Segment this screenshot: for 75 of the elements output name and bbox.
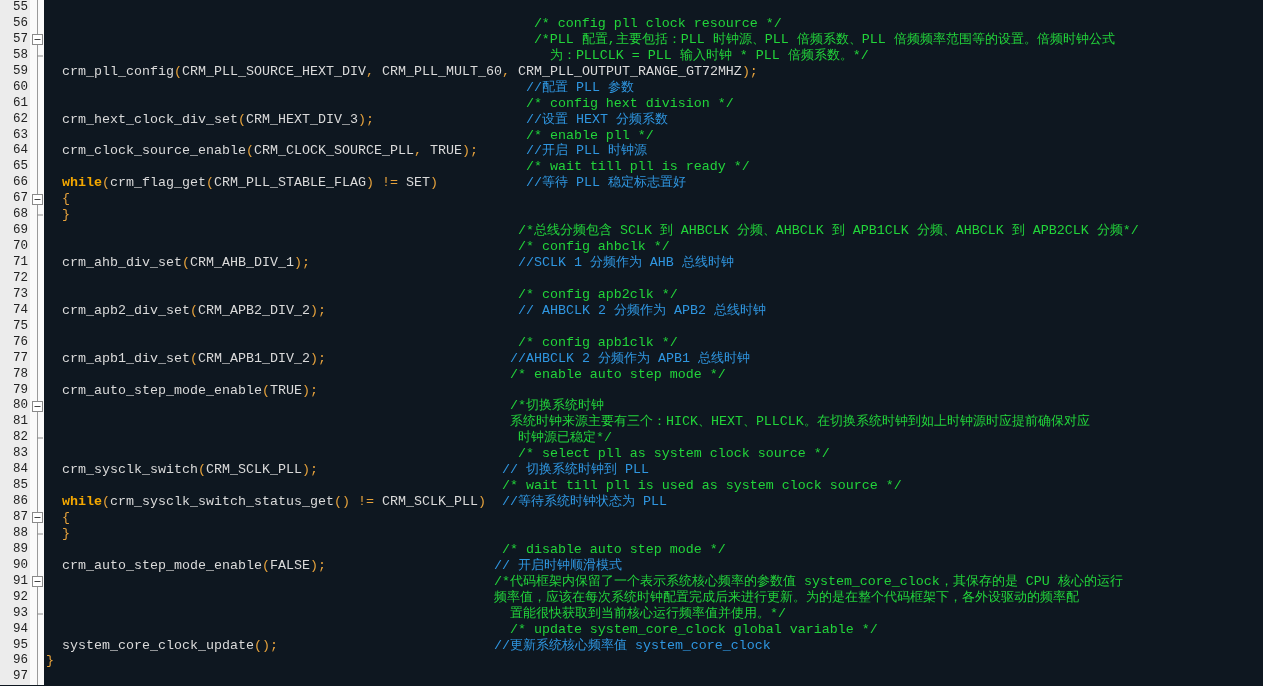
code-comment: /* enable pll */	[525, 127, 654, 143]
code-comment: // AHBCLK 2 分频作为 APB2 总线时钟	[517, 302, 766, 318]
code-comment: // 开启时钟顺滑模式	[493, 557, 622, 573]
line-number: 81	[0, 414, 30, 431]
line-number: 83	[0, 446, 30, 463]
fold-margin	[30, 669, 44, 686]
code-comment: 时钟源已稳定*/	[517, 430, 612, 446]
line-number: 71	[0, 255, 30, 271]
code-text: crm_clock_source_enable(CRM_CLOCK_SOURCE_PLL, TRUE);	[61, 143, 478, 159]
code-comment: //等待系统时钟状态为 PLL	[501, 494, 667, 510]
code-text: crm_auto_step_mode_enable(FALSE);	[61, 557, 326, 573]
fold-end-icon	[37, 54, 43, 57]
code-comment: 系统时钟来源主要有三个：HICK、HEXT、PLLCLK。在切换系统时钟到如上时钟源时应提前确保对应	[509, 414, 1090, 430]
code-comment: /* enable auto step mode */	[509, 366, 726, 382]
line-number: 65	[0, 159, 30, 176]
line-number: 68	[0, 207, 30, 224]
code-comment: /* disable auto step mode */	[501, 541, 726, 557]
code-text: crm_hext_clock_div_set(CRM_HEXT_DIV_3);	[61, 111, 374, 127]
code-comment: /*代码框架内保留了一个表示系统核心频率的参数值 system_core_clock，其保存的是 CPU 核心的运行	[493, 573, 1123, 589]
code-text: crm_sysclk_switch(CRM_SCLK_PLL);	[61, 462, 318, 478]
code-comment: /*切换系统时钟	[509, 398, 604, 414]
code-text: while(crm_flag_get(CRM_PLL_STABLE_FLAG) != SET)	[61, 175, 438, 191]
code-comment: // 切换系统时钟到 PLL	[501, 462, 649, 478]
code-comment: /* config pll clock resource */	[533, 15, 782, 31]
code-text: }	[46, 653, 54, 669]
code-comment: /* config apb2clk */	[517, 286, 678, 302]
fold-end-icon	[37, 214, 43, 217]
line-number: 64	[0, 143, 30, 160]
code-comment: //AHBCLK 2 分频作为 APB1 总线时钟	[509, 350, 750, 366]
code-comment: /* update system_core_clock global variable */	[509, 621, 878, 637]
code-comment: /* wait till pll is used as system clock source */	[501, 478, 902, 494]
line-number: 55	[0, 0, 30, 16]
code-text: }	[61, 207, 70, 223]
line-number: 82	[0, 430, 30, 447]
code-comment: //等待 PLL 稳定标志置好	[525, 175, 686, 191]
line-number: 69	[0, 223, 30, 240]
code-text: system_core_clock_update();	[61, 637, 278, 653]
code-text: {	[61, 510, 70, 525]
code-comment: /*PLL 配置,主要包括：PLL 时钟源、PLL 倍频系数、PLL 倍频频率范围等的设置。倍频时钟公式	[533, 31, 1115, 47]
code-text: crm_auto_step_mode_enable(TRUE);	[61, 382, 318, 398]
line-number: 96	[0, 653, 30, 670]
code-text: }	[61, 525, 70, 541]
code-comment: //开启 PLL 时钟源	[525, 143, 647, 159]
code-comment: 频率值，应该在每次系统时钟配置完成后来进行更新。为的是在整个代码框架下，各外设驱动的频率配	[493, 589, 1079, 605]
fold-margin	[30, 0, 44, 16]
code-comment: /* wait till pll is ready */	[525, 159, 750, 175]
code-comment: //更新系统核心频率值 system_core_clock	[493, 637, 771, 653]
code-comment: //设置 HEXT 分频系数	[525, 111, 668, 127]
code-comment: /* config ahbclk */	[517, 239, 670, 255]
code-comment: //SCLK 1 分频作为 AHB 总线时钟	[517, 255, 734, 270]
code-text: while(crm_sysclk_switch_status_get() != CRM_SCLK_PLL)	[61, 494, 486, 510]
code-comment: 置能很快获取到当前核心运行频率值并使用。*/	[509, 605, 786, 621]
code-text: crm_ahb_div_set(CRM_AHB_DIV_1);	[61, 255, 310, 270]
fold-end-icon	[37, 532, 43, 535]
code-text: crm_apb2_div_set(CRM_APB2_DIV_2);	[61, 302, 326, 318]
code-comment: /* config apb1clk */	[517, 334, 678, 350]
line-number: 70	[0, 239, 30, 255]
line-number: 80	[0, 398, 30, 415]
line-number: 85	[0, 478, 30, 495]
line-number: 97	[0, 669, 30, 686]
fold-end-icon	[37, 612, 43, 615]
line-number: 66	[0, 175, 30, 192]
line-number: 86	[0, 494, 30, 510]
line-number: 84	[0, 462, 30, 479]
code-comment: /* config hext division */	[525, 95, 734, 111]
code-text: {	[61, 191, 70, 207]
line-number: 67	[0, 191, 30, 208]
fold-end-icon	[37, 437, 43, 440]
line-number: 87	[0, 510, 30, 526]
code-comment: /* select pll as system clock source */	[517, 446, 830, 462]
code-comment: //配置 PLL 参数	[525, 79, 634, 95]
code-comment: 为：PLLCLK = PLL 输入时钟 * PLL 倍频系数。*/	[549, 47, 869, 63]
code-text: crm_pll_config(CRM_PLL_SOURCE_HEXT_DIV, CRM_PLL_MULT_60, CRM_PLL_OUTPUT_RANGE_GT72MHZ);	[61, 63, 758, 79]
code-text: crm_apb1_div_set(CRM_APB1_DIV_2);	[61, 350, 326, 366]
code-comment: /*总线分频包含 SCLK 到 AHBCLK 分频、AHBCLK 到 APB1CLK 分频、AHBCLK 到 APB2CLK 分频*/	[517, 223, 1139, 239]
